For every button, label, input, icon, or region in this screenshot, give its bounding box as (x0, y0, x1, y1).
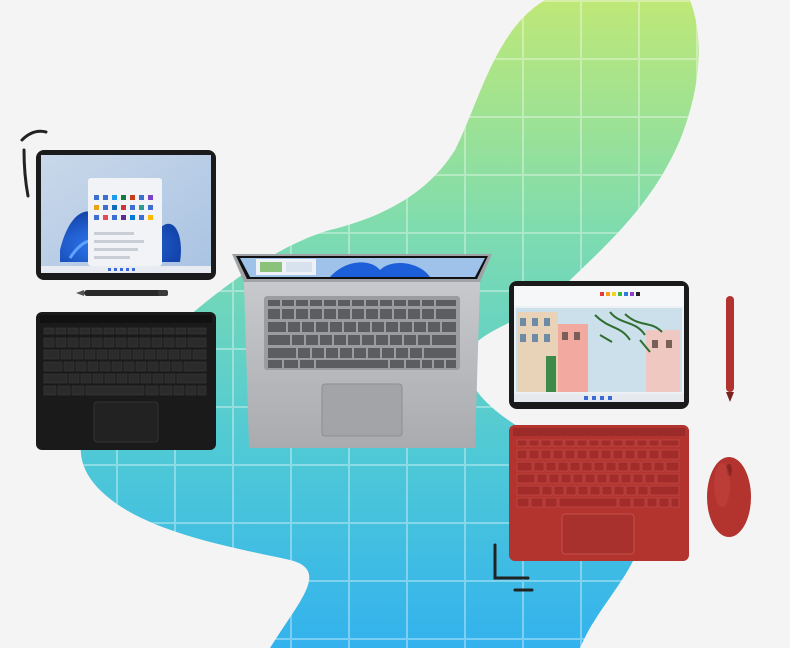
laptop-touchpad (321, 383, 403, 437)
red-keyboard (509, 425, 689, 561)
black-touchpad (93, 401, 159, 443)
start-menu (88, 178, 162, 266)
black-pen (76, 290, 168, 296)
product-scene (0, 0, 790, 648)
silver-laptop (232, 254, 492, 448)
left-tablet (36, 150, 216, 280)
red-pen (726, 296, 734, 402)
scene-illustration (20, 0, 751, 648)
red-mouse (707, 457, 751, 537)
red-touchpad (561, 513, 635, 555)
right-tablet (509, 281, 689, 409)
black-keyboard (36, 312, 216, 450)
